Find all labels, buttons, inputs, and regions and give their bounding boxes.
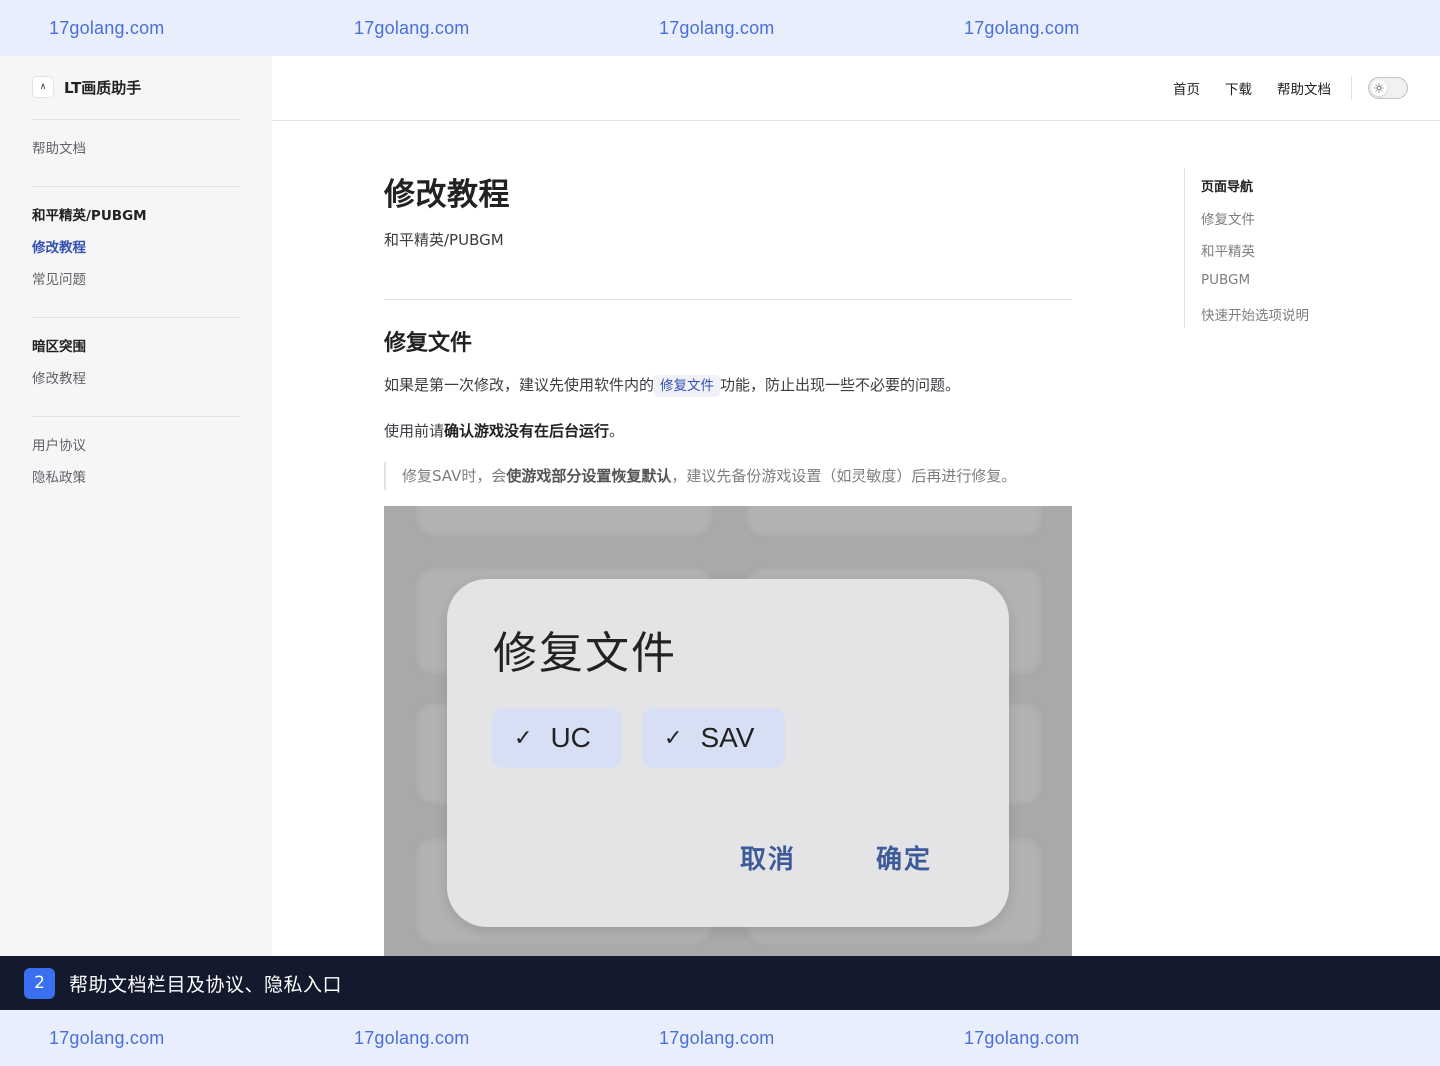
sidebar-group-title: 暗区突围 bbox=[32, 339, 86, 355]
watermark-bar-top: 17golang.com 17golang.com 17golang.com 1… bbox=[0, 0, 1440, 56]
sidebar-item-tutorial[interactable]: 修改教程 bbox=[32, 367, 86, 387]
sidebar-item-help-docs[interactable]: 帮助文档 bbox=[32, 137, 86, 157]
outline-link[interactable]: 修复文件 bbox=[1201, 208, 1255, 228]
paragraph-before-use: 使用前请确认游戏没有在后台运行。 bbox=[384, 420, 624, 441]
sidebar-item-privacy-policy[interactable]: 隐私政策 bbox=[32, 466, 86, 486]
sidebar-divider bbox=[32, 119, 240, 120]
blurred-background-tile bbox=[414, 506, 714, 538]
caption-bar: 2 帮助文档栏目及协议、隐私入口 bbox=[0, 956, 1440, 1010]
sidebar: ∧ LT画质助手 帮助文档 和平精英/PUBGM 修改教程 常见问题 暗区突围 … bbox=[0, 56, 272, 956]
watermark-text: 17golang.com bbox=[49, 1027, 165, 1048]
tutorial-screenshot: 修复文件 ✓ UC ✓ SAV 取消 确定 bbox=[384, 506, 1072, 956]
quote-text: 修复SAV时，会 bbox=[402, 467, 507, 485]
nav-link-download[interactable]: 下载 bbox=[1225, 78, 1252, 98]
outline-link[interactable]: 快速开始选项说明 bbox=[1201, 304, 1309, 324]
option-label: UC bbox=[550, 722, 591, 753]
brand[interactable]: ∧ LT画质助手 bbox=[32, 76, 141, 98]
paragraph-text: 功能，防止出现一些不必要的问题。 bbox=[720, 376, 961, 394]
quote-text: ，建议先备份游戏设置（如灵敏度）后再进行修复。 bbox=[671, 467, 1017, 485]
confirm-button[interactable]: 确定 bbox=[876, 839, 932, 876]
section-title: 修复文件 bbox=[384, 331, 473, 356]
nav-link-home[interactable]: 首页 bbox=[1173, 78, 1200, 98]
option-chip-uc[interactable]: ✓ UC bbox=[492, 708, 622, 768]
sidebar-group-title: 和平精英/PUBGM bbox=[32, 208, 147, 224]
paragraph-text: 使用前请 bbox=[384, 422, 445, 440]
content-divider bbox=[384, 299, 1072, 300]
paragraph-text: 。 bbox=[609, 422, 625, 440]
dialog-title: 修复文件 bbox=[493, 628, 677, 679]
sidebar-divider bbox=[32, 186, 240, 187]
outline-link[interactable]: PUBGM bbox=[1201, 272, 1250, 288]
page-title: 修改教程 bbox=[384, 177, 510, 213]
nav-link-help-docs[interactable]: 帮助文档 bbox=[1277, 78, 1331, 98]
blockquote-warning: 修复SAV时，会使游戏部分设置恢复默认，建议先备份游戏设置（如灵敏度）后再进行修… bbox=[384, 462, 1016, 490]
page-subtitle: 和平精英/PUBGM bbox=[384, 231, 504, 249]
step-number-badge: 2 bbox=[24, 967, 55, 999]
bold-text: 确认游戏没有在后台运行 bbox=[444, 422, 610, 440]
paragraph-repair-tip: 如果是第一次修改，建议先使用软件内的 修复文件 功能，防止出现一些不必要的问题。 bbox=[384, 374, 961, 397]
sidebar-item-user-agreement[interactable]: 用户协议 bbox=[32, 434, 86, 454]
watermark-text: 17golang.com bbox=[659, 17, 775, 38]
repair-files-dialog: 修复文件 ✓ UC ✓ SAV 取消 确定 bbox=[447, 579, 1009, 927]
theme-toggle[interactable] bbox=[1368, 77, 1408, 99]
watermark-text: 17golang.com bbox=[49, 17, 165, 38]
checkmark-icon: ✓ bbox=[514, 725, 533, 751]
sidebar-item-faq[interactable]: 常见问题 bbox=[32, 268, 86, 288]
blurred-background-tile bbox=[744, 506, 1044, 538]
logo-icon: ∧ bbox=[32, 76, 54, 98]
sidebar-item-tutorial-active[interactable]: 修改教程 bbox=[32, 236, 86, 256]
page-outline: 页面导航 修复文件 和平精英 PUBGM 快速开始选项说明 bbox=[1184, 168, 1384, 328]
option-label: SAV bbox=[700, 722, 755, 753]
bold-text: 使游戏部分设置恢复默认 bbox=[506, 467, 672, 485]
cancel-button[interactable]: 取消 bbox=[740, 839, 796, 876]
outline-title: 页面导航 bbox=[1201, 180, 1254, 195]
watermark-bar-bottom: 17golang.com 17golang.com 17golang.com 1… bbox=[0, 1010, 1440, 1066]
nav-divider bbox=[1351, 76, 1352, 100]
watermark-text: 17golang.com bbox=[659, 1027, 775, 1048]
brand-name: LT画质助手 bbox=[64, 78, 142, 97]
top-nav-bar: 首页 下载 帮助文档 bbox=[272, 56, 1440, 121]
checkmark-icon: ✓ bbox=[664, 725, 683, 751]
sidebar-divider bbox=[32, 416, 240, 417]
watermark-text: 17golang.com bbox=[964, 1027, 1080, 1048]
watermark-text: 17golang.com bbox=[354, 1027, 470, 1048]
watermark-text: 17golang.com bbox=[354, 17, 470, 38]
option-chip-sav[interactable]: ✓ SAV bbox=[642, 708, 785, 768]
sidebar-divider bbox=[32, 317, 240, 318]
sun-icon bbox=[1371, 80, 1387, 96]
inline-code: 修复文件 bbox=[654, 375, 721, 397]
watermark-text: 17golang.com bbox=[964, 17, 1080, 38]
nav-links: 首页 下载 帮助文档 bbox=[1148, 76, 1408, 100]
caption-text: 帮助文档栏目及协议、隐私入口 bbox=[69, 973, 343, 996]
paragraph-text: 如果是第一次修改，建议先使用软件内的 bbox=[384, 376, 655, 394]
outline-link[interactable]: 和平精英 bbox=[1201, 240, 1255, 260]
